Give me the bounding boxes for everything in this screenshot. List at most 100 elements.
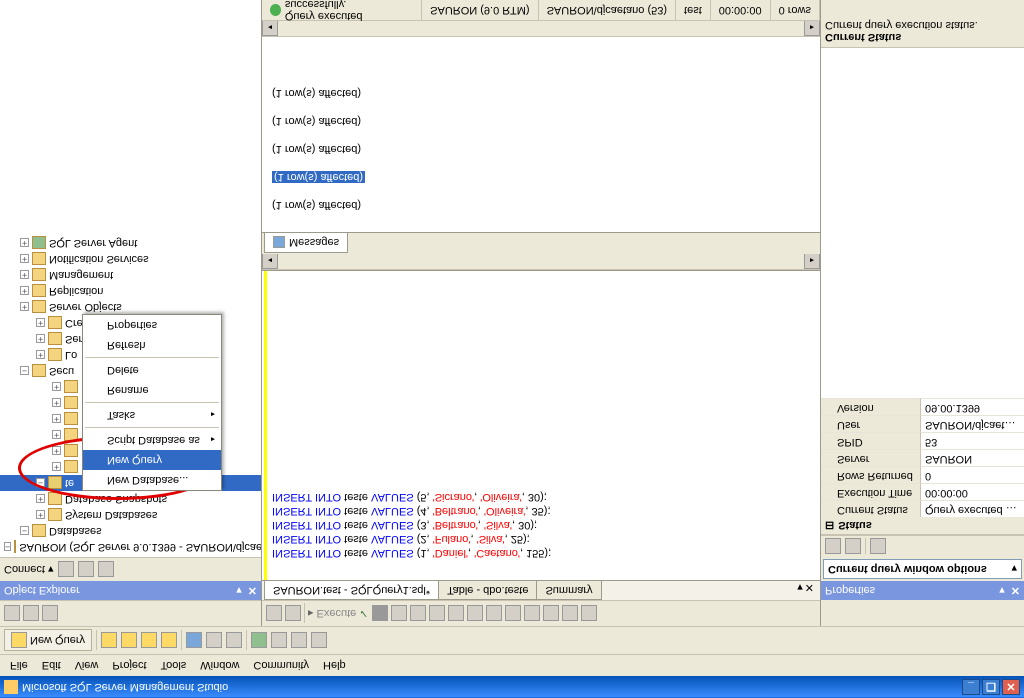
tab-table[interactable]: Table - dbo.teste (438, 581, 537, 600)
tree-root[interactable]: SAURON (SQL Server 9.0.1399 - SAURON\djc… (19, 541, 261, 553)
scroll-right-icon[interactable]: ▸ (804, 20, 820, 36)
tab-query[interactable]: SAURON.test - SQLQuery1.sql* (264, 581, 439, 600)
tree-management[interactable]: Management (49, 269, 113, 281)
tool-icon[interactable] (266, 606, 282, 622)
tool-icon[interactable] (285, 606, 301, 622)
tool-icon[interactable] (4, 606, 20, 622)
tool-icon[interactable] (311, 633, 327, 649)
expand-icon[interactable]: + (52, 415, 61, 424)
close-button[interactable]: ✕ (1002, 679, 1020, 695)
menu-file[interactable]: File (4, 658, 34, 674)
scroll-right-icon[interactable]: ▸ (804, 253, 820, 269)
prop-section-status[interactable]: ⊟Status (821, 517, 1024, 535)
expand-icon[interactable]: + (20, 303, 29, 312)
expand-icon[interactable]: + (36, 351, 45, 360)
properties-selector[interactable]: Current query window options ▾ (823, 559, 1022, 579)
new-query-button[interactable]: New Query (4, 630, 92, 652)
tree-databases[interactable]: Databases (49, 525, 102, 537)
tabs-close-icon[interactable]: ✕ (805, 581, 814, 594)
messages-pane[interactable]: (1 row(s) affected) (1 row(s) affected) … (262, 37, 820, 232)
stop-icon[interactable] (372, 606, 388, 622)
tool-icon[interactable] (448, 606, 464, 622)
categorized-icon[interactable] (825, 539, 841, 555)
tool-icon[interactable] (121, 633, 137, 649)
ctx-script-database-as[interactable]: Script Database as▸ (83, 430, 221, 450)
tab-summary[interactable]: Summary (536, 581, 601, 600)
menu-window[interactable]: Window (194, 658, 245, 674)
menu-project[interactable]: Project (106, 658, 152, 674)
tool-icon[interactable] (42, 606, 58, 622)
open-icon[interactable] (186, 633, 202, 649)
tree-server-objects[interactable]: Server Objects (49, 301, 122, 313)
minimize-button[interactable]: _ (962, 679, 980, 695)
saveall-icon[interactable] (226, 633, 242, 649)
tool-icon[interactable] (23, 606, 39, 622)
tool-icon[interactable] (429, 606, 445, 622)
expand-icon[interactable]: + (52, 383, 61, 392)
tree-snapshots[interactable]: Database Snapshots (65, 493, 167, 505)
expand-icon[interactable]: + (20, 255, 29, 264)
ctx-new-query[interactable]: New Query (83, 450, 221, 470)
expand-icon[interactable]: + (36, 319, 45, 328)
tool-icon[interactable] (98, 562, 114, 578)
ctx-refresh[interactable]: Refresh (83, 335, 221, 355)
alphabetical-icon[interactable] (845, 539, 861, 555)
tool-icon[interactable] (581, 606, 597, 622)
pin-icon[interactable]: ▾ (999, 584, 1005, 597)
tool-icon[interactable] (505, 606, 521, 622)
tree-security[interactable]: Secu (49, 365, 74, 377)
menu-view[interactable]: View (69, 658, 105, 674)
close-icon[interactable]: ✕ (1011, 584, 1020, 597)
sql-editor[interactable]: INSERT INTO teste VALUES (1, 'Daniel', '… (262, 270, 820, 580)
tree-testdb[interactable]: te (65, 477, 74, 489)
object-tree[interactable]: −SAURON (SQL Server 9.0.1399 - SAURON\dj… (0, 0, 261, 557)
expand-icon[interactable]: + (52, 447, 61, 456)
tool-icon[interactable] (291, 633, 307, 649)
tool-icon[interactable] (78, 562, 94, 578)
menu-tools[interactable]: Tools (155, 658, 193, 674)
scroll-left-icon[interactable]: ◂ (262, 20, 278, 36)
connect-button[interactable]: Connect ▾ (4, 563, 54, 576)
tool-icon[interactable] (251, 633, 267, 649)
ctx-rename[interactable]: Rename (83, 380, 221, 400)
tool-icon[interactable] (467, 606, 483, 622)
expand-icon[interactable]: + (52, 431, 61, 440)
expand-icon[interactable]: + (52, 399, 61, 408)
collapse-icon[interactable]: − (20, 527, 29, 536)
expand-icon[interactable]: + (36, 495, 45, 504)
tool-icon[interactable] (486, 606, 502, 622)
tool-icon[interactable] (101, 633, 117, 649)
menu-help[interactable]: Help (317, 658, 352, 674)
ctx-new-database[interactable]: New Database... (83, 470, 221, 490)
expand-icon[interactable]: + (36, 335, 45, 344)
close-icon[interactable]: ✕ (248, 584, 257, 597)
editor-hscroll[interactable]: ◂ ▸ (262, 254, 820, 270)
tool-icon[interactable] (524, 606, 540, 622)
messages-hscroll[interactable]: ◂ ▸ (262, 21, 820, 37)
expand-icon[interactable]: + (36, 511, 45, 520)
tool-icon[interactable] (161, 633, 177, 649)
tree-notification-services[interactable]: Notification Services (49, 253, 149, 265)
tree-systemdb[interactable]: System Databases (65, 509, 157, 521)
tab-messages[interactable]: Messages (264, 233, 348, 253)
collapse-icon[interactable]: − (4, 543, 11, 552)
expand-icon[interactable]: + (20, 239, 29, 248)
tool-icon[interactable] (271, 633, 287, 649)
menu-edit[interactable]: Edit (36, 658, 67, 674)
tool-icon[interactable] (58, 562, 74, 578)
ctx-tasks[interactable]: Tasks▸ (83, 405, 221, 425)
tree-logins[interactable]: Lo (65, 349, 77, 361)
collapse-icon[interactable]: − (36, 479, 45, 488)
menu-community[interactable]: Community (247, 658, 315, 674)
expand-icon[interactable]: + (20, 271, 29, 280)
tool-icon[interactable] (562, 606, 578, 622)
ctx-delete[interactable]: Delete (83, 360, 221, 380)
collapse-icon[interactable]: − (20, 367, 29, 376)
tool-icon[interactable] (410, 606, 426, 622)
ctx-properties[interactable]: Properties (83, 315, 221, 335)
execute-button[interactable]: Execute (317, 608, 357, 620)
tree-replication[interactable]: Replication (49, 285, 103, 297)
property-pages-icon[interactable] (870, 539, 886, 555)
scroll-left-icon[interactable]: ◂ (262, 253, 278, 269)
expand-icon[interactable]: + (20, 287, 29, 296)
